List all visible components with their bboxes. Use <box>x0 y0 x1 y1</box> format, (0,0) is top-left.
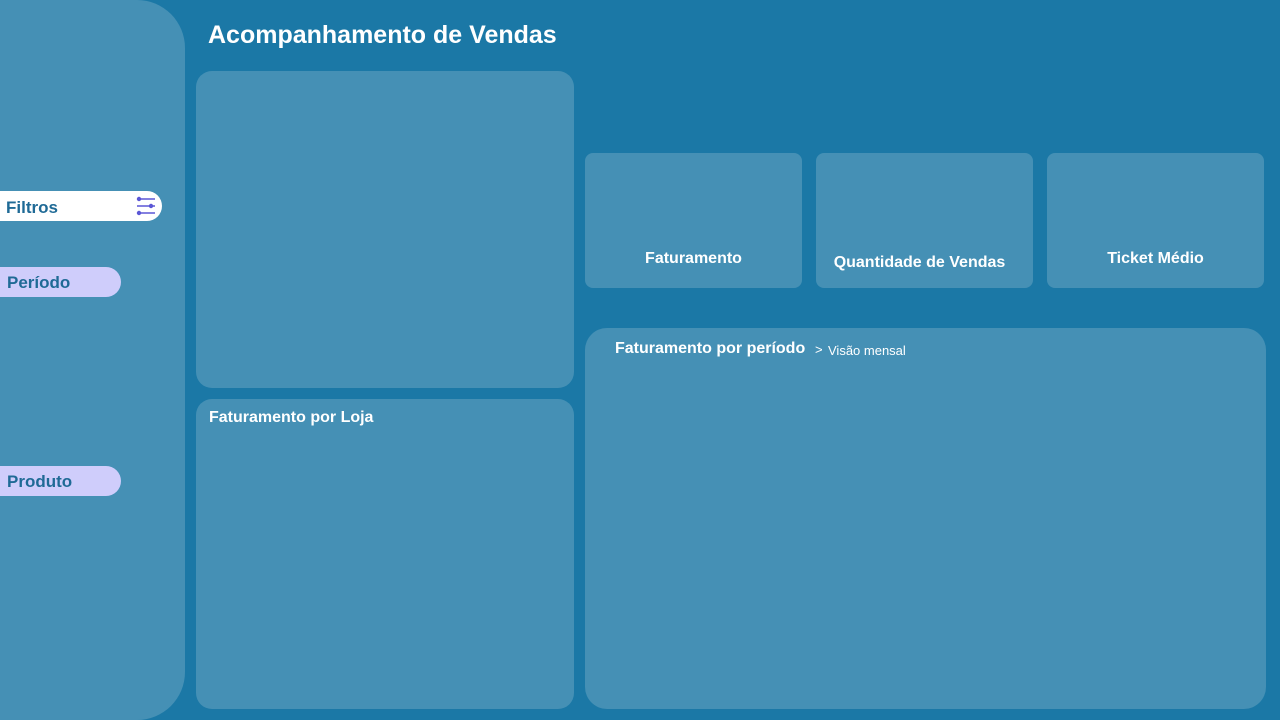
filter-section-periodo[interactable]: Período <box>0 267 121 297</box>
kpi-label: Faturamento <box>645 250 742 267</box>
kpi-label: Quantidade de Vendas <box>833 254 1006 271</box>
top-left-panel <box>196 71 574 388</box>
period-revenue-panel: Faturamento por período > Visão mensal <box>585 328 1266 709</box>
sidebar: Filtros Período Produto <box>0 0 185 720</box>
filters-label: Filtros <box>6 198 58 217</box>
page-title: Acompanhamento de Vendas <box>208 21 557 49</box>
kpi-card-quantidade-vendas: Quantidade de Vendas <box>816 153 1033 288</box>
kpi-label: Ticket Médio <box>1107 250 1204 267</box>
sliders-icon[interactable] <box>134 195 158 217</box>
store-revenue-panel: Faturamento por Loja <box>196 399 574 709</box>
store-revenue-title: Faturamento por Loja <box>209 409 374 426</box>
breadcrumb-separator: > <box>815 342 823 357</box>
kpi-card-ticket-medio: Ticket Médio <box>1047 153 1264 288</box>
filter-section-produto[interactable]: Produto <box>0 466 121 496</box>
period-view-subtitle: Visão mensal <box>828 343 906 358</box>
period-revenue-title: Faturamento por período <box>615 340 806 357</box>
filters-toggle[interactable]: Filtros <box>0 191 162 221</box>
kpi-card-faturamento: Faturamento <box>585 153 802 288</box>
filter-section-label: Período <box>7 273 71 292</box>
filter-section-label: Produto <box>7 472 73 491</box>
